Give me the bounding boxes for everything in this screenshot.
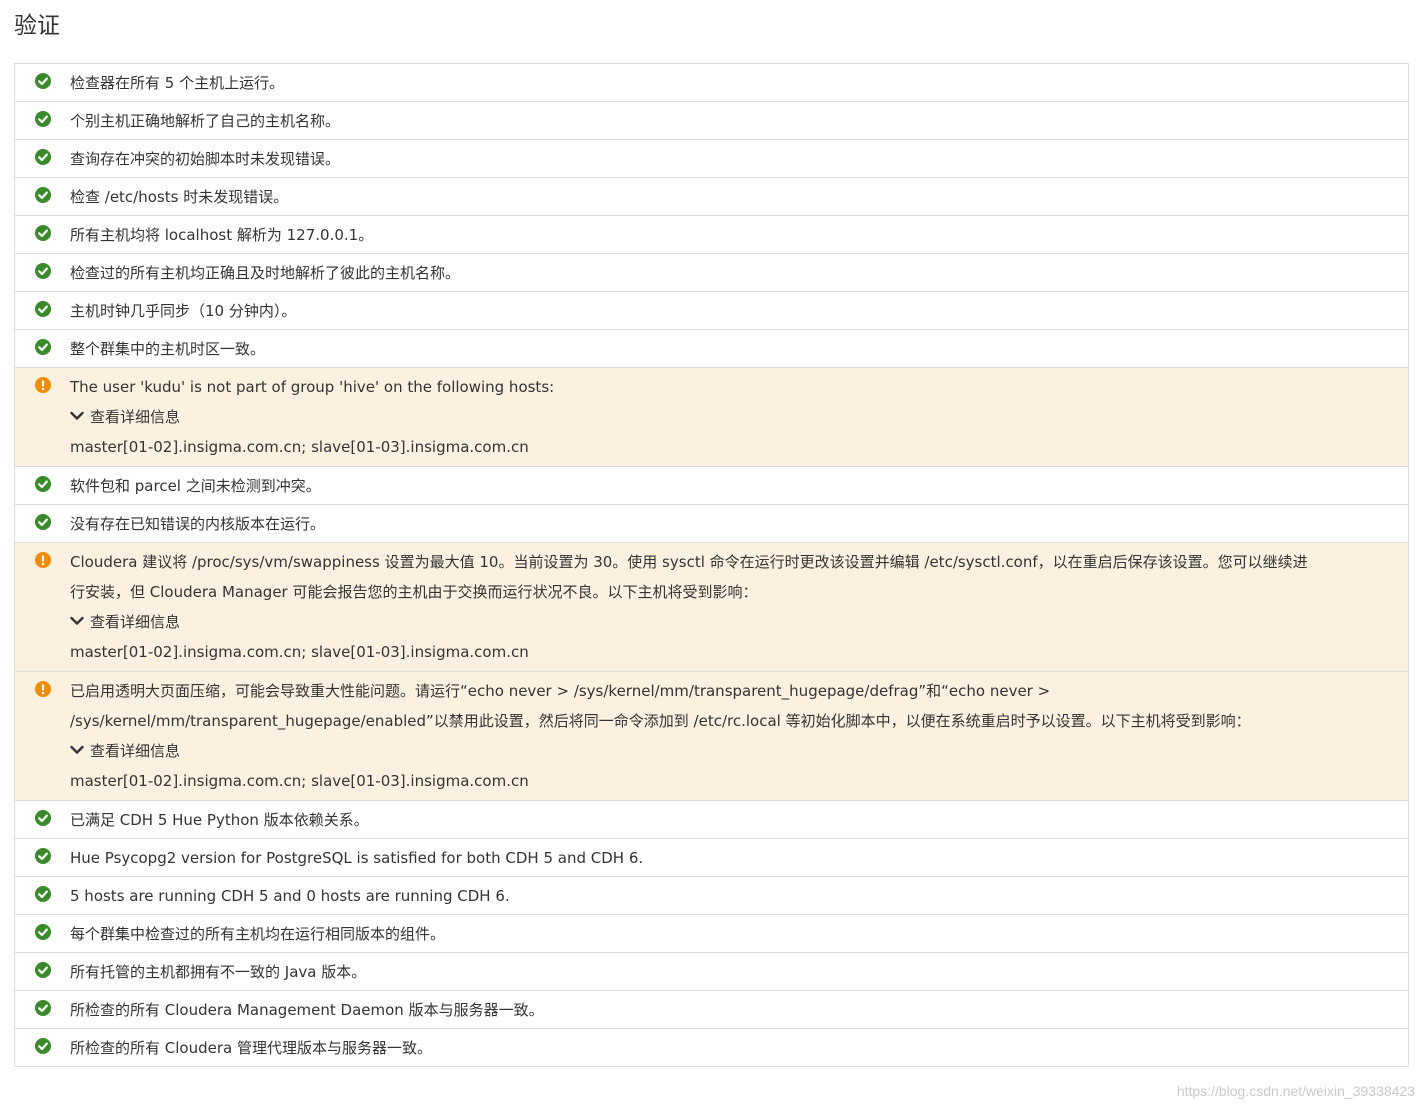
check-circle-icon [35,514,51,530]
check-row: 所检查的所有 Cloudera 管理代理版本与服务器一致。 [15,1029,1408,1067]
check-message: Cloudera 建议将 /proc/sys/vm/swappiness 设置为… [70,543,1390,667]
check-circle-icon [35,476,51,492]
check-text: Hue Psycopg2 version for PostgreSQL is s… [70,849,644,867]
check-text: 查询存在冲突的初始脚本时未发现错误。 [70,150,341,168]
affected-hosts: master[01-02].insigma.com.cn; slave[01-0… [70,772,529,790]
check-circle-icon [35,225,51,241]
check-row: 没有存在已知错误的内核版本在运行。 [15,505,1408,543]
check-circle-icon [35,1000,51,1016]
check-circle-icon [35,339,51,355]
check-text: 所检查的所有 Cloudera 管理代理版本与服务器一致。 [70,1039,432,1057]
check-circle-icon [35,263,51,279]
affected-hosts: master[01-02].insigma.com.cn; slave[01-0… [70,643,529,661]
check-text: 主机时钟几乎同步（10 分钟内）。 [70,302,297,320]
check-row: 每个群集中检查过的所有主机均在运行相同版本的组件。 [15,915,1408,953]
check-row: Cloudera 建议将 /proc/sys/vm/swappiness 设置为… [15,543,1408,672]
check-row: 个别主机正确地解析了自己的主机名称。 [15,102,1408,140]
check-text: 软件包和 parcel 之间未检测到冲突。 [70,477,321,495]
check-text: 所检查的所有 Cloudera Management Daemon 版本与服务器… [70,1001,544,1019]
check-circle-icon [35,301,51,317]
check-text: 已满足 CDH 5 Hue Python 版本依赖关系。 [70,811,369,829]
validation-results-table: 检查器在所有 5 个主机上运行。个别主机正确地解析了自己的主机名称。 查询存在冲突… [14,63,1409,1067]
check-message: The user 'kudu' is not part of group 'hi… [70,368,1390,462]
check-circle-icon [35,149,51,165]
exclamation-circle-icon [35,681,51,697]
check-row: 查询存在冲突的初始脚本时未发现错误。 [15,140,1408,178]
check-text: 5 hosts are running CDH 5 and 0 hosts ar… [70,887,510,905]
check-text: 所有托管的主机都拥有不一致的 Java 版本。 [70,963,367,981]
check-circle-icon [35,962,51,978]
check-row: Hue Psycopg2 version for PostgreSQL is s… [15,839,1408,877]
check-row: The user 'kudu' is not part of group 'hi… [15,368,1408,467]
check-circle-icon [35,1038,51,1054]
check-row: 软件包和 parcel 之间未检测到冲突。 [15,467,1408,505]
check-circle-icon [35,810,51,826]
view-details-label: 查看详细信息 [90,408,181,426]
check-circle-icon [35,187,51,203]
check-row: 检查 /etc/hosts 时未发现错误。 [15,178,1408,216]
check-row: 检查器在所有 5 个主机上运行。 [15,64,1408,102]
check-message-line: 已启用透明大页面压缩，可能会导致重大性能问题。请运行“echo never > … [70,682,1051,700]
check-row: 5 hosts are running CDH 5 and 0 hosts ar… [15,877,1408,915]
exclamation-circle-icon [35,377,51,393]
chevron-down-icon [70,742,90,760]
check-row: 所有主机均将 localhost 解析为 127.0.0.1。 [15,216,1408,254]
check-message-line: 行安装，但 Cloudera Manager 可能会报告您的主机由于交换而运行状… [70,583,758,601]
check-message-line: /sys/kernel/mm/transparent_hugepage/enab… [70,712,1251,730]
view-details-toggle[interactable]: 查看详细信息 [70,402,1390,432]
view-details-label: 查看详细信息 [90,742,181,760]
check-circle-icon [35,886,51,902]
check-row: 已满足 CDH 5 Hue Python 版本依赖关系。 [15,801,1408,839]
view-details-toggle[interactable]: 查看详细信息 [70,736,1390,766]
check-circle-icon [35,111,51,127]
check-row: 整个群集中的主机时区一致。 [15,330,1408,368]
affected-hosts: master[01-02].insigma.com.cn; slave[01-0… [70,438,529,456]
check-circle-icon [35,924,51,940]
check-message: 已启用透明大页面压缩，可能会导致重大性能问题。请运行“echo never > … [70,672,1390,796]
chevron-down-icon [70,613,90,631]
check-text: 所有主机均将 localhost 解析为 127.0.0.1。 [70,226,374,244]
check-text: 检查过的所有主机均正确且及时地解析了彼此的主机名称。 [70,264,461,282]
check-row: 主机时钟几乎同步（10 分钟内）。 [15,292,1408,330]
check-row: 所有托管的主机都拥有不一致的 Java 版本。 [15,953,1408,991]
check-text: 检查 /etc/hosts 时未发现错误。 [70,188,289,206]
check-row: 检查过的所有主机均正确且及时地解析了彼此的主机名称。 [15,254,1408,292]
check-circle-icon [35,848,51,864]
check-circle-icon [35,73,51,89]
chevron-down-icon [70,408,90,426]
exclamation-circle-icon [35,552,51,568]
view-details-toggle[interactable]: 查看详细信息 [70,607,1390,637]
check-message-line: The user 'kudu' is not part of group 'hi… [70,378,555,396]
check-message-line: Cloudera 建议将 /proc/sys/vm/swappiness 设置为… [70,553,1308,571]
check-text: 每个群集中检查过的所有主机均在运行相同版本的组件。 [70,925,446,943]
check-text: 检查器在所有 5 个主机上运行。 [70,74,285,92]
watermark: https://blog.csdn.net/weixin_39338423 [1176,1083,1415,1099]
check-row: 所检查的所有 Cloudera Management Daemon 版本与服务器… [15,991,1408,1029]
view-details-label: 查看详细信息 [90,613,181,631]
check-row: 已启用透明大页面压缩，可能会导致重大性能问题。请运行“echo never > … [15,672,1408,801]
page-title: 验证 [14,13,60,39]
check-text: 个别主机正确地解析了自己的主机名称。 [70,112,341,130]
check-text: 没有存在已知错误的内核版本在运行。 [70,515,326,533]
check-text: 整个群集中的主机时区一致。 [70,340,266,358]
